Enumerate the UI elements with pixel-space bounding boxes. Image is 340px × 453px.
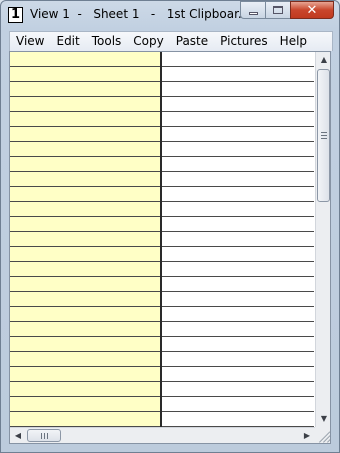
scroll-right-arrow-icon[interactable]: ▶ [299,428,315,443]
grid-row-line [10,96,314,97]
vertical-scrollbar[interactable]: ▲ ▼ [315,52,330,427]
sheet-grid[interactable] [10,52,314,427]
window-title: View 1 - Sheet 1 - 1st Clipboar... [30,7,250,21]
grid-rows [10,52,314,427]
menu-help[interactable]: Help [274,32,313,51]
hthumb-grip-icon [41,433,42,439]
hthumb-grip-line [44,433,45,439]
menu-tools[interactable]: Tools [86,32,128,51]
app-icon[interactable]: 1 [8,7,23,23]
column-divider[interactable] [160,52,162,427]
scroll-up-arrow-icon[interactable]: ▲ [316,52,330,68]
grid-row-line [10,381,314,382]
menu-view[interactable]: View [10,32,50,51]
grid-row-line [10,171,314,172]
grid-row-line [10,396,314,397]
menu-paste[interactable]: Paste [170,32,214,51]
grid-row-line [10,276,314,277]
grid-row-line [10,126,314,127]
horizontal-scroll-thumb[interactable] [27,429,61,442]
resize-grip-icon[interactable] [315,427,330,443]
scroll-left-arrow-icon[interactable]: ◀ [10,428,26,443]
grid-row-line [10,186,314,187]
maximize-icon [273,6,283,14]
grid-row-line [10,81,314,82]
minimize-button[interactable] [240,1,265,19]
thumb-grip-line [321,138,327,139]
menu-pictures[interactable]: Pictures [214,32,274,51]
hthumb-grip-line [47,433,48,439]
grid-row-line [10,246,314,247]
grid-row-line [10,201,314,202]
sheet-area: ▲ ▼ ◀ ▶ [9,51,331,444]
grid-row-line [10,231,314,232]
grid-row-line [10,111,314,112]
app-window: 1 View 1 - Sheet 1 - 1st Clipboar... ✕ V… [0,0,340,453]
grid-row-line [10,411,314,412]
grip-line [327,438,330,443]
grid-row-line [10,351,314,352]
grid-row-line [10,261,314,262]
scroll-down-arrow-icon[interactable]: ▼ [316,411,330,427]
horizontal-scrollbar[interactable]: ◀ ▶ [10,427,315,443]
title-bar[interactable]: 1 View 1 - Sheet 1 - 1st Clipboar... ✕ [1,1,339,29]
close-button[interactable]: ✕ [290,1,334,19]
thumb-grip-icon [321,132,327,133]
grid-row-line [10,321,314,322]
menu-edit[interactable]: Edit [50,32,85,51]
minimize-icon [249,12,258,15]
grid-row-line [10,336,314,337]
menu-bar: View Edit Tools Copy Paste Pictures Help [9,31,333,51]
thumb-grip-line [321,135,327,136]
grid-row-line [10,66,314,67]
grid-row-line [10,306,314,307]
grid-row-line [10,216,314,217]
grid-row-line [10,141,314,142]
grid-row-line [10,291,314,292]
menu-copy[interactable]: Copy [127,32,169,51]
grid-row-line [10,156,314,157]
vertical-scroll-thumb[interactable] [317,69,330,202]
grid-row-line [10,366,314,367]
maximize-button[interactable] [265,1,290,19]
caption-buttons: ✕ [240,1,334,20]
close-icon: ✕ [306,3,318,18]
